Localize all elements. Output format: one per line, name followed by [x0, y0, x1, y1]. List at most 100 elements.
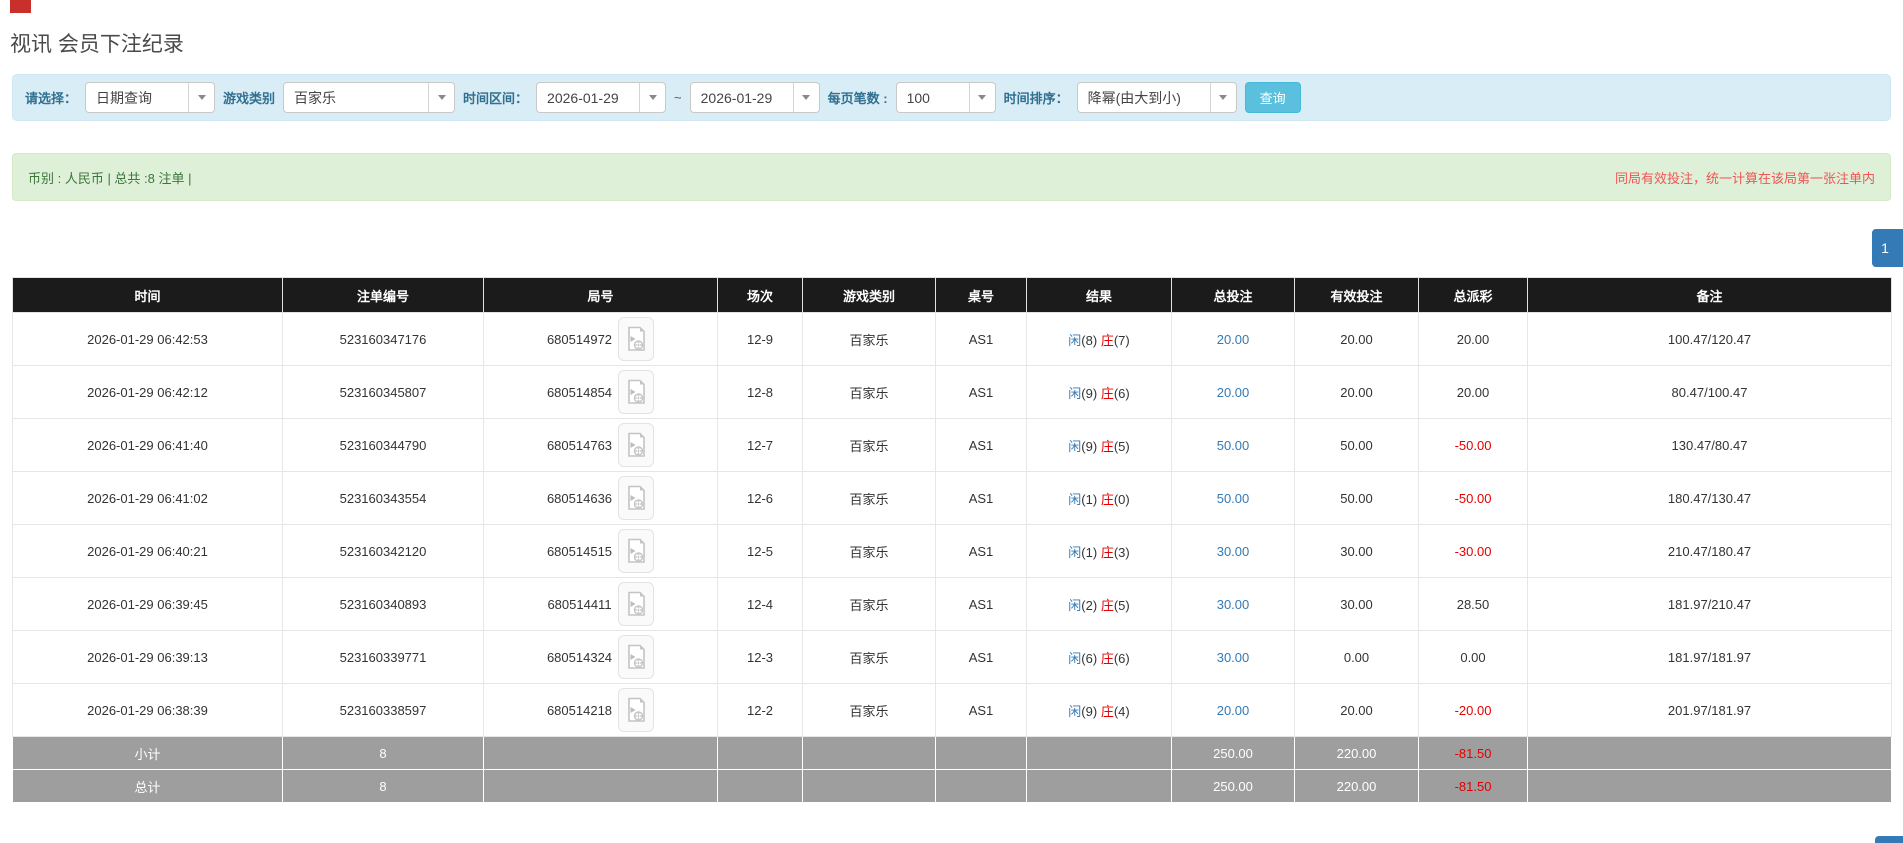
cell-table-number: AS1 — [935, 365, 1027, 419]
filter-bar: 请选择： 日期查询 游戏类别 百家乐 时间区间： 2026-01-29 ~ 20… — [12, 74, 1891, 121]
cell-game-type: 百家乐 — [802, 365, 936, 419]
cell-game-type: 百家乐 — [802, 630, 936, 684]
total-bet-link[interactable]: 20.00 — [1217, 332, 1250, 347]
total-bet-link[interactable]: 30.00 — [1217, 650, 1250, 665]
column-header: 结果 — [1026, 277, 1172, 313]
cell-payout: -50.00 — [1418, 471, 1528, 525]
query-type-value: 日期查询 — [96, 89, 153, 106]
cell-game-type: 百家乐 — [802, 471, 936, 525]
table-row: 2026-01-29 06:40:21 523160342120 680514515… — [12, 524, 1892, 578]
video-replay-button[interactable] — [618, 476, 655, 520]
time-sort-select[interactable]: 降幂(由大到小) — [1076, 82, 1237, 113]
column-header: 总投注 — [1171, 277, 1295, 313]
total-bet-link[interactable]: 50.00 — [1217, 438, 1250, 453]
per-page-select[interactable]: 100 — [895, 82, 996, 113]
cell-bet-number: 523160342120 — [282, 524, 484, 578]
column-header: 备注 — [1527, 277, 1892, 313]
table-header-row: 时间 注单编号 局号 场次 游戏类别 桌号 结果 总投注 有效投注 总派彩 备注 — [12, 277, 1892, 313]
cell-result: 闲(9) 庄(6) — [1026, 365, 1172, 419]
cell-remark: 210.47/180.47 — [1527, 524, 1892, 578]
subtotal-row-cell — [1026, 736, 1172, 770]
subtotal-row-cell: -81.50 — [1418, 736, 1528, 770]
cell-table-number: AS1 — [935, 683, 1027, 737]
cell-valid-bet: 50.00 — [1294, 471, 1419, 525]
grand-total-row-cell — [717, 769, 803, 803]
chevron-down-icon — [968, 83, 995, 112]
cell-table-number: AS1 — [935, 524, 1027, 578]
cell-total-bet: 20.00 — [1171, 312, 1295, 366]
subtotal-row-cell: 8 — [282, 736, 484, 770]
chevron-down-icon — [639, 83, 665, 112]
total-bet-link[interactable]: 30.00 — [1217, 597, 1250, 612]
total-bet-link[interactable]: 30.00 — [1217, 544, 1250, 559]
video-replay-button[interactable] — [617, 582, 654, 626]
table-row: 2026-01-29 06:41:02 523160343554 680514636… — [12, 471, 1892, 525]
page-title: 视讯 会员下注纪录 — [10, 33, 184, 56]
cell-valid-bet: 20.00 — [1294, 683, 1419, 737]
grand-total-row-cell: 220.00 — [1294, 769, 1419, 803]
cell-result: 闲(1) 庄(3) — [1026, 524, 1172, 578]
video-replay-button[interactable] — [618, 688, 655, 732]
table-row: 2026-01-29 06:39:45 523160340893 680514411… — [12, 577, 1892, 631]
grand-total-row-cell — [802, 769, 936, 803]
grand-total-row-cell — [483, 769, 718, 803]
date-from-select[interactable]: 2026-01-29 — [536, 82, 667, 113]
per-page-label: 每页笔数 : — [827, 91, 888, 106]
cell-bet-number: 523160339771 — [282, 630, 484, 684]
game-type-select[interactable]: 百家乐 — [283, 82, 456, 113]
video-replay-button[interactable] — [618, 423, 655, 467]
cell-session: 12-2 — [717, 683, 803, 737]
table-row: 2026-01-29 06:42:12 523160345807 680514854… — [12, 365, 1892, 419]
cell-round-number: 680514854 — [483, 365, 718, 419]
cell-valid-bet: 50.00 — [1294, 418, 1419, 472]
video-replay-button[interactable] — [618, 635, 655, 679]
subtotal-row-cell — [935, 736, 1027, 770]
cell-round-number: 680514636 — [483, 471, 718, 525]
date-to-select[interactable]: 2026-01-29 — [689, 82, 820, 113]
video-replay-button[interactable] — [618, 529, 655, 573]
cell-table-number: AS1 — [935, 418, 1027, 472]
tilde-separator: ~ — [674, 90, 682, 105]
grand-total-row: 总计 8 250.00 220.00 -81.50 — [12, 769, 1892, 803]
cell-result: 闲(2) 庄(5) — [1026, 577, 1172, 631]
pagination-page-number: 1 — [1881, 240, 1889, 256]
cell-game-type: 百家乐 — [802, 524, 936, 578]
subtotal-row-cell: 250.00 — [1171, 736, 1295, 770]
cell-payout: 20.00 — [1418, 365, 1528, 419]
cell-payout: 28.50 — [1418, 577, 1528, 631]
round-number-text: 680514972 — [546, 331, 613, 347]
cell-round-number: 680514411 — [483, 577, 718, 631]
cell-session: 12-6 — [717, 471, 803, 525]
cell-round-number: 680514218 — [483, 683, 718, 737]
pagination-page-1[interactable]: 1 — [1872, 229, 1903, 267]
total-bet-link[interactable]: 20.00 — [1217, 385, 1250, 400]
cell-payout: -30.00 — [1418, 524, 1528, 578]
round-number-text: 680514763 — [546, 437, 613, 453]
cell-session: 12-3 — [717, 630, 803, 684]
query-type-select[interactable]: 日期查询 — [85, 82, 216, 113]
total-bet-link[interactable]: 50.00 — [1217, 491, 1250, 506]
cell-bet-number: 523160340893 — [282, 577, 484, 631]
summary-currency-text: 币别 : 人民币 | 总共 :8 注单 | — [28, 170, 192, 186]
video-replay-button[interactable] — [618, 317, 655, 361]
table-row: 2026-01-29 06:39:13 523160339771 680514324… — [12, 630, 1892, 684]
video-replay-button[interactable] — [618, 370, 655, 414]
cell-round-number: 680514972 — [483, 312, 718, 366]
grand-total-row-cell — [935, 769, 1027, 803]
cell-total-bet: 20.00 — [1171, 365, 1295, 419]
cell-time: 2026-01-29 06:41:02 — [12, 471, 283, 525]
cell-remark: 180.47/130.47 — [1527, 471, 1892, 525]
search-button[interactable]: 查询 — [1244, 82, 1301, 113]
cell-session: 12-5 — [717, 524, 803, 578]
column-header: 总派彩 — [1418, 277, 1528, 313]
total-bet-link[interactable]: 20.00 — [1217, 703, 1250, 718]
pagination-bottom-partial[interactable] — [1875, 836, 1903, 843]
cell-game-type: 百家乐 — [802, 312, 936, 366]
top-left-red-icon — [10, 0, 31, 13]
cell-time: 2026-01-29 06:41:40 — [12, 418, 283, 472]
round-number-text: 680514411 — [547, 596, 612, 612]
cell-payout: -50.00 — [1418, 418, 1528, 472]
cell-total-bet: 30.00 — [1171, 524, 1295, 578]
round-number-text: 680514324 — [546, 649, 613, 665]
cell-game-type: 百家乐 — [802, 683, 936, 737]
